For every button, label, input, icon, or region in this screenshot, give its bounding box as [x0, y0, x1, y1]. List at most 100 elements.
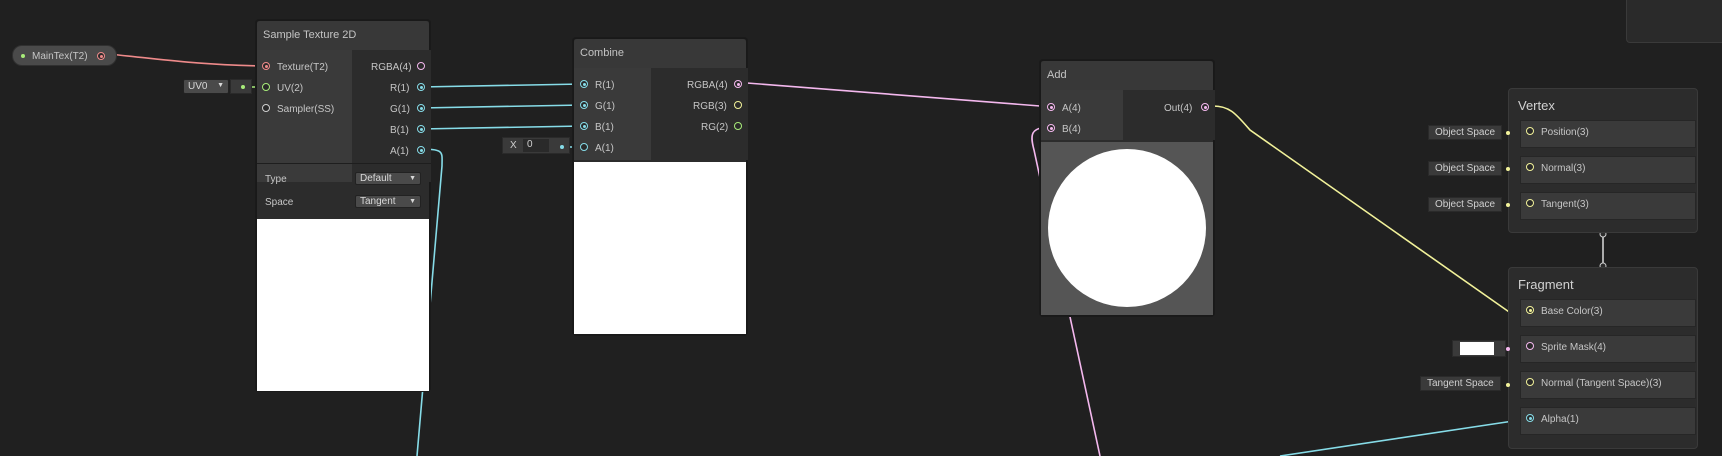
tangent-field-dot	[1506, 203, 1510, 207]
position-label: Position(3)	[1541, 127, 1589, 138]
alpha-label: Alpha(1)	[1541, 414, 1579, 425]
output-column	[1123, 90, 1215, 140]
axis-label: X	[510, 140, 517, 151]
normal-space-field[interactable]: Object Space	[1428, 161, 1503, 176]
alpha-port[interactable]	[1526, 414, 1534, 422]
vertex-block[interactable]: Vertex Position(3) Normal(3) Tangent(3)	[1508, 88, 1698, 233]
texture-in-port[interactable]	[262, 62, 270, 70]
tangent-space-field[interactable]: Object Space	[1428, 197, 1503, 212]
vertex-title: Vertex	[1518, 98, 1555, 113]
base-color-slot[interactable]: Base Color(3)	[1520, 299, 1696, 327]
rgba-out-port[interactable]	[417, 62, 425, 70]
sprite-mask-color-field[interactable]	[1452, 340, 1506, 357]
sprite-mask-port[interactable]	[1526, 342, 1534, 350]
sampler-in-label: Sampler(SS)	[277, 104, 335, 115]
position-field-dot	[1506, 131, 1510, 135]
fragment-block[interactable]: Fragment Base Color(3) Sprite Mask(4) No…	[1508, 267, 1698, 449]
tangent-label: Tangent(3)	[1541, 199, 1589, 210]
space-label: Space	[265, 197, 294, 208]
sample-texture-2d-node[interactable]: Sample Texture 2D Texture(T2) UV(2) Samp…	[256, 20, 431, 391]
fragment-title: Fragment	[1518, 277, 1574, 292]
normal-tangent-port[interactable]	[1526, 378, 1534, 386]
wire-r-to-combine-r	[419, 83, 584, 88]
tangent-slot[interactable]: Tangent(3)	[1520, 192, 1696, 220]
a-in-port[interactable]	[580, 143, 588, 151]
normal-port[interactable]	[1526, 163, 1534, 171]
chevron-down-icon: ▼	[409, 175, 416, 182]
property-out-port[interactable]	[97, 52, 105, 60]
rgb-out-label: RGB(3)	[693, 101, 727, 112]
uv-channel-dropdown[interactable]: UV0 ▼	[183, 79, 229, 94]
type-label: Type	[265, 174, 287, 185]
wire-alpha-from-below	[1279, 419, 1521, 456]
out-label: Out(4)	[1164, 103, 1193, 114]
position-port[interactable]	[1526, 127, 1534, 135]
normal-tangent-slot[interactable]: Normal (Tangent Space)(3)	[1520, 371, 1696, 399]
b-in-port[interactable]	[1047, 124, 1055, 132]
b-out-label: B(1)	[390, 125, 409, 136]
wire-b-to-combine-b	[419, 125, 584, 130]
rgb-out-port[interactable]	[734, 101, 742, 109]
normal-slot[interactable]: Normal(3)	[1520, 156, 1696, 184]
space-dropdown[interactable]: Tangent ▼	[355, 195, 421, 208]
normal-tangent-space-field[interactable]: Tangent Space	[1420, 376, 1501, 391]
base-color-port[interactable]	[1526, 306, 1534, 314]
input-column	[1041, 90, 1123, 140]
a-field-dot	[560, 145, 564, 149]
g-out-label: G(1)	[390, 104, 410, 115]
position-space-field[interactable]: Object Space	[1428, 125, 1503, 140]
rgba-out-label: RGBA(4)	[687, 80, 728, 91]
tangent-port[interactable]	[1526, 199, 1534, 207]
uv-in-port[interactable]	[262, 83, 270, 91]
node-title[interactable]: Sample Texture 2D	[257, 21, 429, 50]
b-out-port[interactable]	[417, 125, 425, 133]
r-in-port[interactable]	[580, 80, 588, 88]
value-input: 0	[523, 139, 549, 152]
maintex-property-node[interactable]: MainTex(T2)	[12, 45, 117, 66]
r-out-port[interactable]	[417, 83, 425, 91]
uv-in-label: UV(2)	[277, 83, 304, 94]
a-in-label: A(1)	[595, 143, 614, 154]
normal-label: Normal(3)	[1541, 163, 1586, 174]
rgba-out-label: RGBA(4)	[371, 62, 412, 73]
position-slot[interactable]: Position(3)	[1520, 120, 1696, 148]
a-in-port[interactable]	[1047, 103, 1055, 111]
b-in-label: B(1)	[595, 122, 614, 133]
a-out-port[interactable]	[417, 146, 425, 154]
uv-field-dot	[241, 85, 245, 89]
rgba-out-port[interactable]	[734, 80, 742, 88]
add-node[interactable]: Add A(4) B(4) Out(4)	[1040, 60, 1215, 316]
combine-node[interactable]: Combine R(1) G(1) B(1) A(1) RGBA(4) RGB(…	[573, 38, 748, 335]
shader-graph-canvas[interactable]: MainTex(T2) UV0 ▼ Sample Texture 2D Textu…	[0, 0, 1722, 456]
settings-divider	[257, 163, 431, 164]
r-in-label: R(1)	[595, 80, 615, 91]
normal-tangent-field-dot	[1506, 383, 1510, 387]
sprite-mask-slot[interactable]: Sprite Mask(4)	[1520, 335, 1696, 363]
node-title[interactable]: Combine	[574, 39, 746, 68]
color-swatch[interactable]	[1460, 342, 1494, 355]
texture-in-label: Texture(T2)	[277, 62, 329, 73]
g-in-port[interactable]	[580, 101, 588, 109]
a-in-label: A(4)	[1062, 103, 1081, 114]
r-out-label: R(1)	[390, 83, 410, 94]
alpha-slot[interactable]: Alpha(1)	[1520, 407, 1696, 435]
rg-out-port[interactable]	[734, 122, 742, 130]
texture-preview	[257, 219, 429, 391]
normal-field-dot	[1506, 167, 1510, 171]
wire-g-to-combine-g	[419, 104, 584, 109]
wire-maintex-to-texture	[107, 53, 261, 67]
sampler-in-port[interactable]	[262, 104, 270, 112]
node-title[interactable]: Add	[1041, 61, 1213, 90]
g-in-label: G(1)	[595, 101, 615, 112]
out-port[interactable]	[1201, 103, 1209, 111]
type-dropdown[interactable]: Default ▼	[355, 172, 421, 185]
b-in-label: B(4)	[1062, 124, 1081, 135]
normal-tangent-label: Normal (Tangent Space)(3)	[1541, 378, 1662, 389]
sprite-mask-label: Sprite Mask(4)	[1541, 342, 1607, 353]
wire-combine-rgba-to-add-a	[746, 82, 1041, 107]
blackboard-panel-corner	[1626, 0, 1722, 43]
b-in-port[interactable]	[580, 122, 588, 130]
sprite-mask-field-dot	[1506, 347, 1510, 351]
g-out-port[interactable]	[417, 104, 425, 112]
property-label: MainTex(T2)	[32, 51, 88, 62]
